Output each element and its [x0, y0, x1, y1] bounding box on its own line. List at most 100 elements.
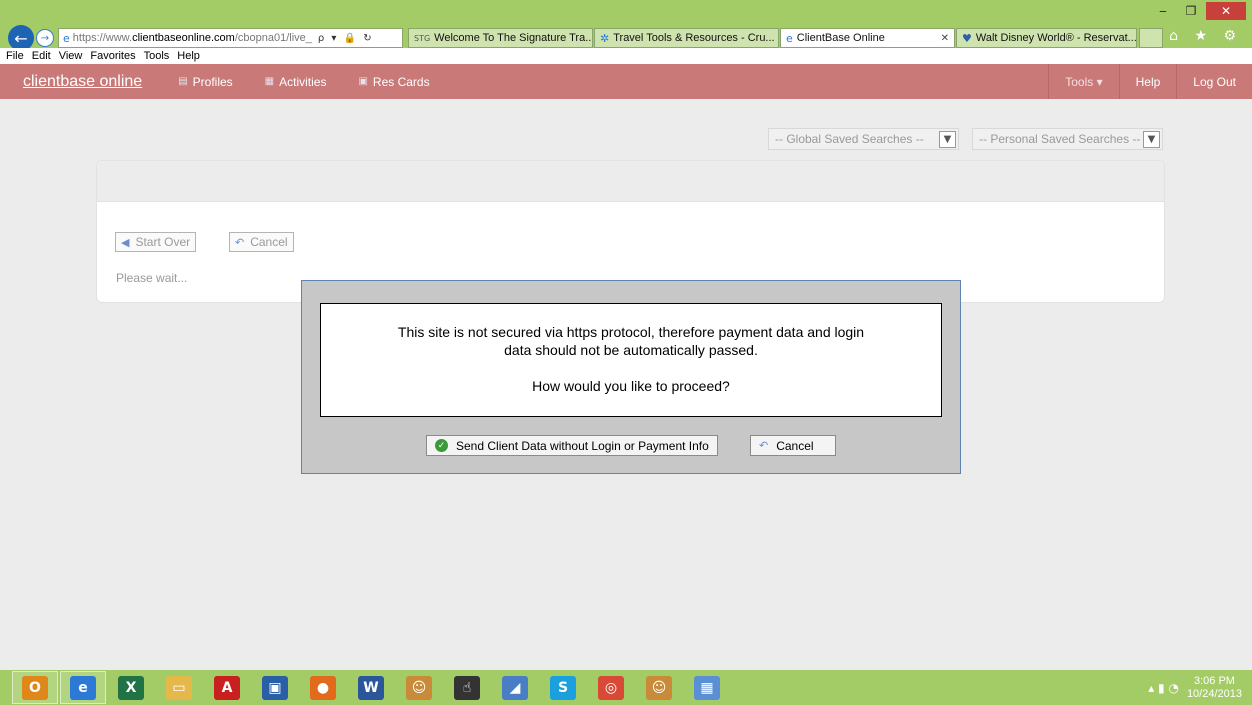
tab-label: Welcome To The Signature Tra...: [434, 32, 593, 44]
select-value: -- Personal Saved Searches --: [979, 132, 1141, 146]
touch-app-icon: ☝: [454, 675, 480, 700]
button-label: Cancel: [776, 438, 814, 453]
close-window-button[interactable]: ✕: [1206, 2, 1246, 20]
nav-tools-dropdown[interactable]: Tools ▾: [1048, 64, 1118, 99]
window-controls: ‒ ❐ ✕: [1150, 2, 1246, 20]
outlook-icon: O: [22, 675, 48, 700]
skype-icon: S: [550, 675, 576, 700]
close-tab-icon[interactable]: ✕: [935, 33, 949, 44]
dialog-message: This site is not secured via https proto…: [320, 303, 942, 417]
nav-profiles[interactable]: ▤ Profiles: [162, 64, 248, 99]
taskbar-file-explorer[interactable]: ▭: [156, 671, 202, 704]
nav-activities[interactable]: ▦ Activities: [249, 64, 343, 99]
nav-label: Profiles: [192, 74, 233, 89]
panel-header: [97, 161, 1164, 202]
tab-signature-travel[interactable]: STG Welcome To The Signature Tra...: [408, 28, 593, 48]
status-text: Please wait...: [116, 271, 188, 285]
messenger-2-icon: ☺: [646, 675, 672, 700]
select-value: -- Global Saved Searches --: [775, 132, 924, 146]
taskbar-messenger[interactable]: ☺: [396, 671, 442, 704]
global-saved-searches-select[interactable]: -- Global Saved Searches -- ▼: [768, 128, 959, 150]
taskbar-messenger-2[interactable]: ☺: [636, 671, 682, 704]
taskbar-touch-app[interactable]: ☝: [444, 671, 490, 704]
tab-travel-tools[interactable]: ✲ Travel Tools & Resources - Cru...: [594, 28, 779, 48]
taskbar-remote-desktop[interactable]: ▣: [252, 671, 298, 704]
menu-help[interactable]: Help: [177, 50, 200, 62]
forward-button[interactable]: →: [36, 29, 54, 47]
button-label: Send Client Data without Login or Paymen…: [456, 438, 709, 453]
nav-help[interactable]: Help: [1118, 64, 1177, 99]
new-tab-button[interactable]: [1139, 28, 1163, 48]
taskbar-apps: Oe X ▭ A ▣ ● W ☺ ☝ ◢ S ◎ ☺ ▦: [12, 671, 732, 704]
activities-icon: ▦: [264, 76, 275, 87]
profiles-icon: ▤: [178, 76, 188, 87]
restore-button[interactable]: ❐: [1178, 2, 1204, 20]
url-prefix: https://www.: [72, 32, 133, 44]
nav-log-out[interactable]: Log Out: [1176, 64, 1252, 99]
taskbar: Oe X ▭ A ▣ ● W ☺ ☝ ◢ S ◎ ☺ ▦ ▴ ▮ ◔ 3:06 PM 10/24/2013: [0, 670, 1252, 705]
address-bar[interactable]: e https://www. clientbaseonline.com/cbopn…: [58, 28, 403, 48]
tab-label: Travel Tools & Resources - Cru...: [613, 32, 775, 44]
menu-favorites[interactable]: Favorites: [90, 50, 135, 62]
chevron-down-icon: ▼: [1143, 130, 1160, 148]
chrome-icon: ◎: [598, 675, 624, 700]
menu-tools[interactable]: Tools: [144, 50, 170, 62]
taskbar-acrobat[interactable]: A: [204, 671, 250, 704]
control-panel-icon: ▦: [694, 675, 720, 700]
tab-clientbase-online[interactable]: e ClientBase Online ✕: [780, 28, 955, 48]
menu-view[interactable]: View: [59, 50, 83, 62]
taskbar-skype[interactable]: S: [540, 671, 586, 704]
chevron-down-icon: ▼: [939, 130, 956, 148]
dialog-question: How would you like to proceed?: [532, 378, 730, 394]
start-over-button[interactable]: ◀ Start Over: [115, 232, 197, 252]
menu-bar: File Edit View Favorites Tools Help: [0, 48, 1252, 64]
chevron-left-icon: ◀: [121, 235, 130, 249]
remote-desktop-icon: ▣: [262, 675, 288, 700]
res-cards-icon: ▣: [358, 76, 368, 87]
stg-icon: STG: [414, 33, 431, 43]
cancel-button[interactable]: ↶ Cancel: [229, 232, 294, 252]
disney-icon: ♥: [962, 31, 972, 45]
firefox-icon: ●: [310, 675, 336, 700]
tray-icons[interactable]: ▴ ▮ ◔: [1148, 681, 1179, 695]
minimize-button[interactable]: ‒: [1150, 2, 1176, 20]
send-client-data-button[interactable]: ✓ Send Client Data without Login or Paym…: [426, 435, 718, 456]
tab-label: Walt Disney World® - Reservat...: [975, 32, 1137, 44]
taskbar-outlook[interactable]: O: [12, 671, 58, 704]
menu-file[interactable]: File: [6, 50, 24, 62]
clock[interactable]: 3:06 PM 10/24/2013: [1187, 675, 1242, 701]
taskbar-chrome[interactable]: ◎: [588, 671, 634, 704]
taskbar-excel[interactable]: X: [108, 671, 154, 704]
messenger-icon: ☺: [406, 675, 432, 700]
url-domain: clientbaseonline.com: [132, 32, 235, 44]
tab-label: ClientBase Online: [796, 32, 885, 44]
internet-explorer-icon: e: [70, 675, 96, 700]
personal-saved-searches-select[interactable]: -- Personal Saved Searches -- ▼: [972, 128, 1163, 150]
travel-tools-icon: ✲: [600, 31, 610, 45]
undo-icon: ↶: [235, 235, 245, 249]
app-navbar: clientbase online ▤ Profiles ▦ Activitie…: [0, 64, 1252, 99]
address-tools-icons[interactable]: ρ ▾ 🔒 ↻: [318, 33, 374, 44]
dialog-cancel-button[interactable]: ↶ Cancel: [750, 435, 836, 456]
system-tray: ▴ ▮ ◔ 3:06 PM 10/24/2013: [1148, 675, 1242, 701]
taskbar-control-panel[interactable]: ▦: [684, 671, 730, 704]
brand-link[interactable]: clientbase online: [23, 73, 142, 91]
taskbar-firefox[interactable]: ●: [300, 671, 346, 704]
ie-tab-icon: e: [786, 31, 793, 45]
https-warning-dialog: This site is not secured via https proto…: [301, 280, 961, 474]
home-favorites-settings-icons[interactable]: ⌂ ★ ⚙: [1169, 28, 1242, 44]
taskbar-internet-explorer[interactable]: e: [60, 671, 106, 704]
clock-date: 10/24/2013: [1186, 687, 1242, 700]
notepad-app-icon: ◢: [502, 675, 528, 700]
nav-res-cards[interactable]: ▣ Res Cards: [342, 64, 445, 99]
tab-walt-disney-world[interactable]: ♥ Walt Disney World® - Reservat...: [956, 28, 1137, 48]
acrobat-icon: A: [214, 675, 240, 700]
taskbar-word[interactable]: W: [348, 671, 394, 704]
taskbar-notepad-app[interactable]: ◢: [492, 671, 538, 704]
button-label: Cancel: [250, 235, 288, 249]
ie-icon: e: [63, 31, 70, 45]
message-line-2: data should not be automatically passed.: [504, 342, 758, 358]
menu-edit[interactable]: Edit: [32, 50, 51, 62]
word-icon: W: [358, 675, 384, 700]
nav-label: Res Cards: [372, 74, 430, 89]
